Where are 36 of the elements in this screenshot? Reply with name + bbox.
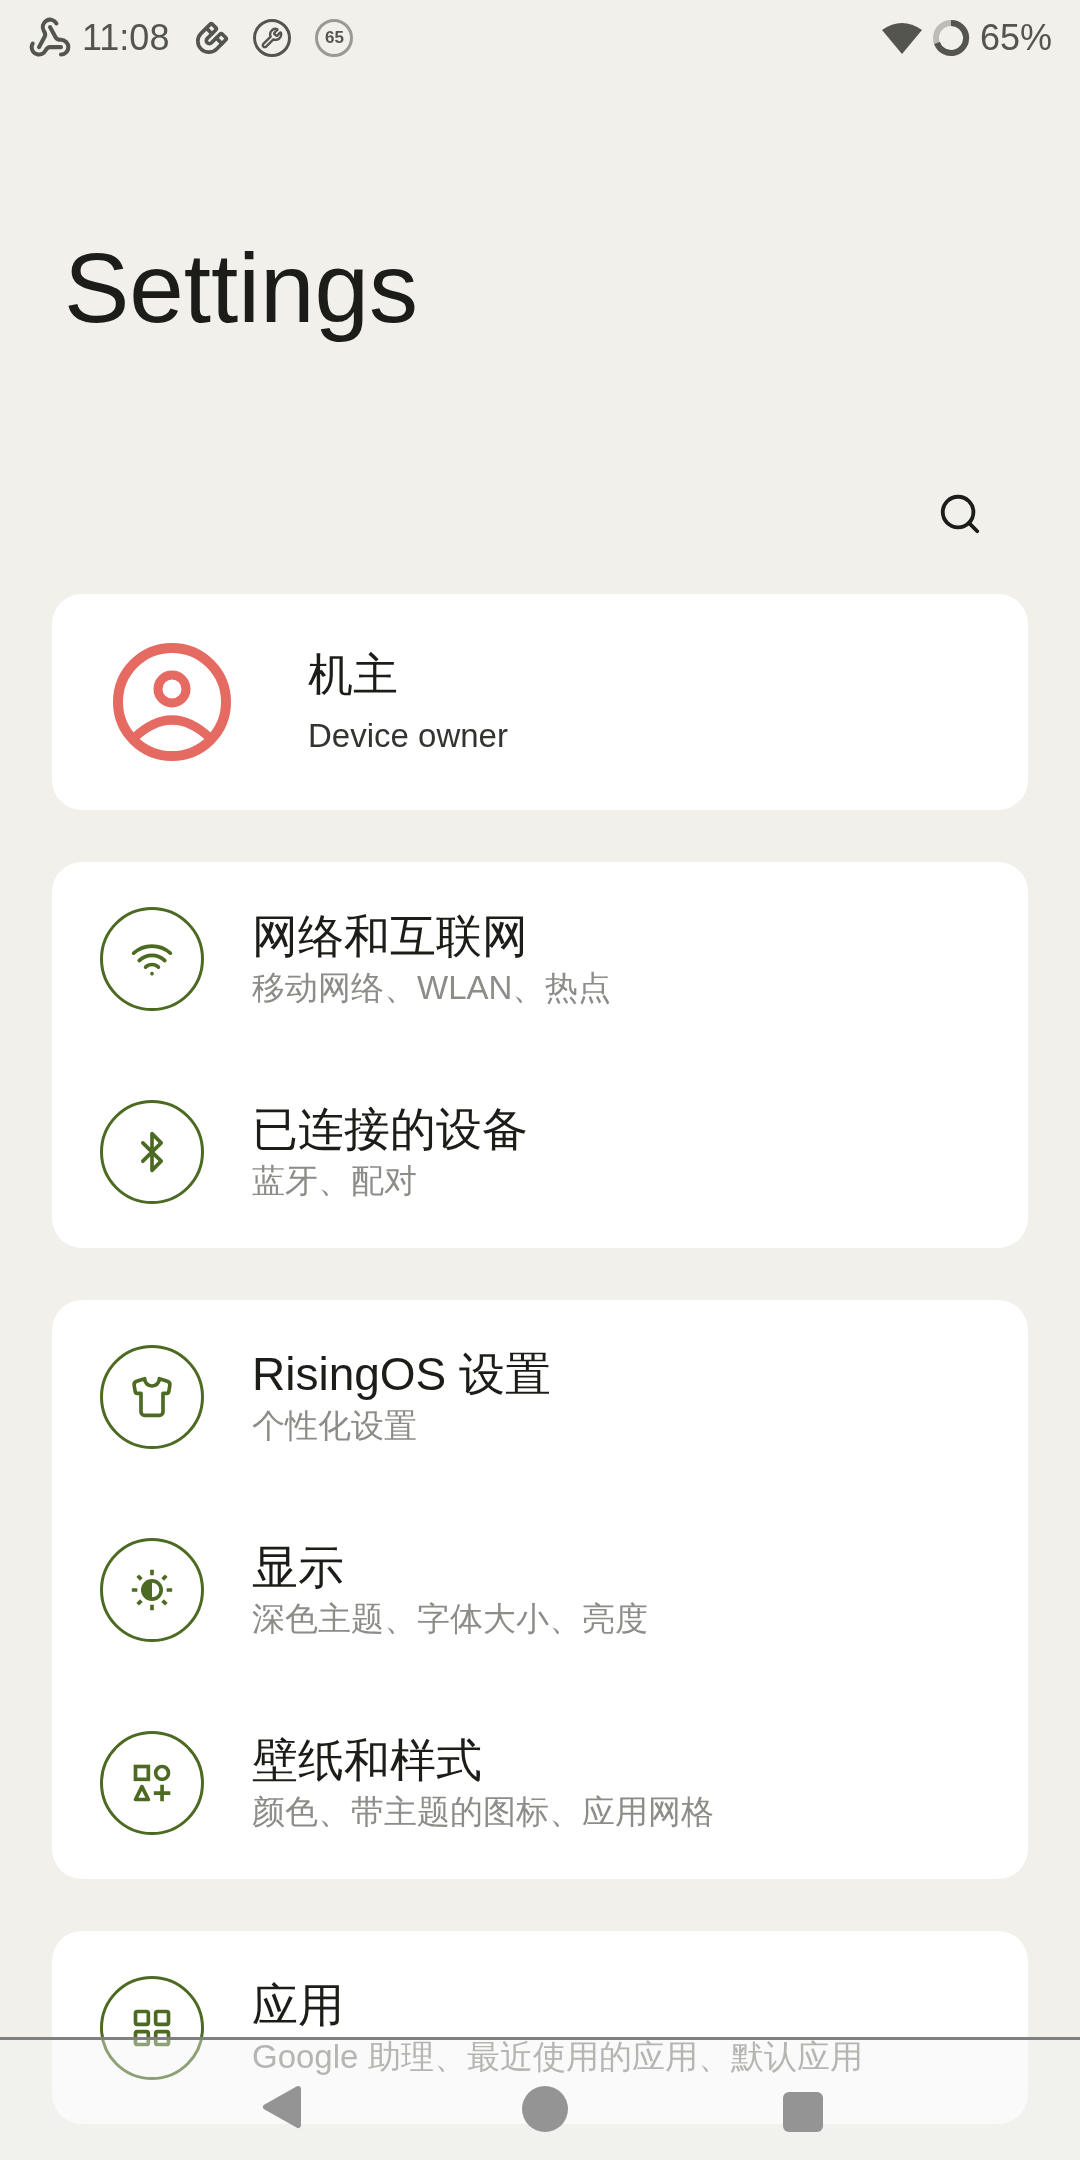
wifi-icon (100, 906, 204, 1011)
grid-icon (100, 1975, 204, 2080)
wrench-badge (253, 19, 292, 57)
item-title: 网络和互联网 (252, 913, 529, 959)
settings-item[interactable]: 应用 Google 助理、最近使用的应用、默认应用 (52, 1931, 1028, 2124)
item-title: 显示 (252, 1544, 345, 1590)
shirt-icon (100, 1344, 204, 1449)
battery-ring-icon (931, 19, 970, 57)
settings-item[interactable]: 已连接的设备 蓝牙、配对 (52, 1055, 1028, 1248)
recents-button[interactable] (782, 2092, 823, 2132)
item-subtitle: 深色主题、字体大小、亮度 (252, 1602, 648, 1635)
settings-item[interactable]: 网络和互联网 移动网络、WLAN、热点 (52, 862, 1028, 1055)
item-subtitle: 移动网络、WLAN、热点 (252, 971, 612, 1004)
item-subtitle: 蓝牙、配对 (252, 1164, 418, 1197)
item-title: 壁纸和样式 (252, 1737, 483, 1783)
status-time: 11:08 (82, 16, 170, 60)
owner-card[interactable]: 机主 Device owner (52, 594, 1028, 810)
item-subtitle: Google 助理、最近使用的应用、默认应用 (252, 2040, 863, 2073)
bluetooth-icon (100, 1099, 204, 1204)
brightness-icon (100, 1537, 204, 1642)
avatar-icon (112, 642, 232, 762)
magnet-icon (195, 21, 230, 55)
item-subtitle: 颜色、带主题的图标、应用网格 (252, 1795, 714, 1828)
battery-percent: 65% (979, 16, 1052, 60)
shapes-icon (100, 1730, 204, 1835)
owner-name: 机主 (308, 652, 399, 697)
settings-item[interactable]: 壁纸和样式 颜色、带主题的图标、应用网格 (52, 1686, 1028, 1879)
page-title: Settings (64, 232, 419, 346)
item-title: 应用 (252, 1982, 345, 2028)
settings-item[interactable]: RisingOS 设置 个性化设置 (52, 1300, 1028, 1493)
notification-count: 65 (315, 19, 354, 57)
owner-subtitle: Device owner (308, 719, 508, 752)
wifi-signal-icon (881, 22, 922, 54)
item-subtitle: 个性化设置 (252, 1409, 418, 1442)
item-title: 已连接的设备 (252, 1106, 528, 1152)
settings-item[interactable]: 显示 深色主题、字体大小、亮度 (52, 1493, 1028, 1686)
